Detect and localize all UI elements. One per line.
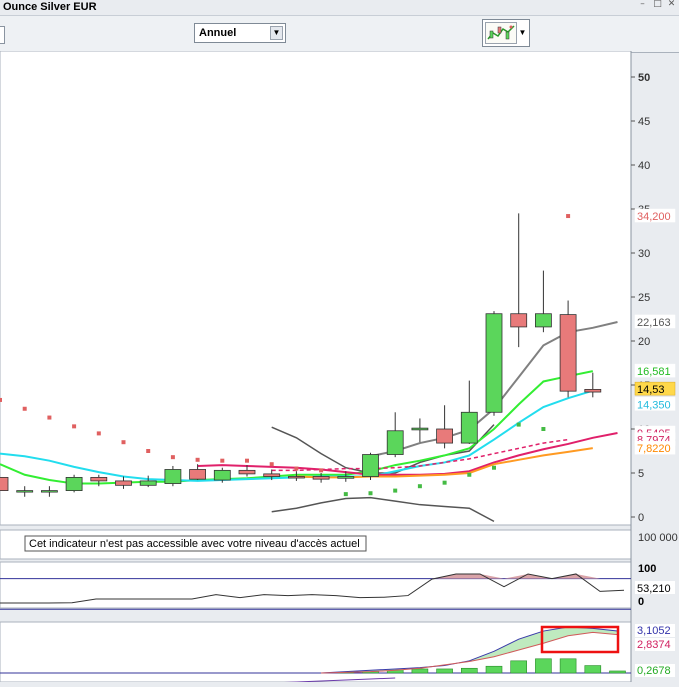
stochastic-tick-label: 0 <box>638 596 644 608</box>
macd-value-label: 0,2678 <box>637 665 671 677</box>
dropdown-arrow-icon[interactable]: ▼ <box>270 26 283 40</box>
macd-histogram-bar <box>559 658 577 674</box>
macd-histogram-bar <box>510 660 528 674</box>
sar-point <box>442 480 447 485</box>
maximize-icon[interactable]: □ <box>653 0 662 9</box>
sar-point <box>343 492 348 497</box>
sar-point <box>417 484 422 489</box>
sar-point <box>541 427 546 431</box>
sar-point <box>319 468 324 473</box>
sar-point <box>121 440 126 445</box>
stochastic-panel <box>0 561 632 609</box>
y-tick-label: 45 <box>638 116 650 128</box>
candle-up <box>213 469 231 481</box>
sar-point <box>269 462 274 467</box>
macd-histogram-bar <box>411 668 429 674</box>
candle-down <box>312 476 330 480</box>
period-select[interactable]: Annuel ▼ <box>194 23 286 43</box>
macd-value-label: 2,8374 <box>637 639 671 651</box>
sar-point <box>170 455 175 460</box>
sar-point <box>393 488 398 493</box>
sar-point <box>467 472 472 477</box>
candle-up <box>535 313 552 328</box>
sar-point <box>220 458 225 463</box>
sar-point <box>0 397 2 402</box>
candle-up <box>411 427 429 431</box>
candle-down <box>436 428 454 444</box>
y-tick-label: 0 <box>638 512 644 524</box>
macd-histogram-bar <box>485 665 503 674</box>
candle-up <box>164 469 182 484</box>
y-tick-label: 5 <box>638 468 644 480</box>
candle-up <box>41 490 58 493</box>
chart-type-select[interactable]: ▼ <box>482 19 530 47</box>
window-title: Ounce Silver EUR <box>3 1 97 13</box>
candle-up <box>65 476 83 491</box>
value-label: 14,350 <box>637 399 671 411</box>
candle-down <box>559 314 577 392</box>
value-label: 34,200 <box>637 211 671 223</box>
value-label: 22,163 <box>637 317 671 329</box>
stochastic-value-label: 53,210 <box>637 583 671 595</box>
y-tick-label: 50 <box>638 72 650 84</box>
title-bar: Ounce Silver EUR – □ ✕ <box>0 0 679 15</box>
sar-point <box>195 457 200 462</box>
candle-down <box>263 473 281 477</box>
volume-message: Cet indicateur n'est pas accessible avec… <box>29 538 360 550</box>
sar-point <box>516 422 521 427</box>
macd-histogram-bar <box>535 658 552 674</box>
volume-tick-label: 100 000 <box>638 532 678 544</box>
value-label: 7,8220 <box>637 443 671 455</box>
chart-area: 0510152025303540455034,20022,16316,58114… <box>0 50 679 685</box>
candle-up <box>362 454 379 477</box>
candle-up <box>485 313 503 413</box>
candle-down <box>90 476 108 482</box>
sar-point <box>22 406 27 411</box>
price-panel <box>0 50 632 526</box>
y-tick-label: 40 <box>638 160 650 172</box>
candle-up <box>460 411 478 444</box>
y-tick-label: 30 <box>638 248 650 260</box>
sar-point <box>96 431 101 436</box>
candle-up <box>386 430 404 455</box>
candle-down <box>0 476 9 491</box>
dropdown-arrow-icon[interactable]: ▼ <box>517 21 528 45</box>
sar-point <box>368 491 373 496</box>
chart-svg[interactable]: 0510152025303540455034,20022,16316,58114… <box>0 50 679 685</box>
candle-down <box>584 388 602 393</box>
candle-down <box>189 469 207 480</box>
candle-down <box>115 480 132 486</box>
candle-down <box>238 469 256 475</box>
macd-histogram-bar <box>584 665 602 674</box>
sar-point <box>294 466 299 471</box>
candle-down <box>510 313 528 328</box>
value-label: 14,53 <box>637 384 665 396</box>
sar-point <box>47 415 52 420</box>
macd-histogram-bar <box>609 670 626 674</box>
y-tick-label: 20 <box>638 336 650 348</box>
candle-down <box>287 476 305 479</box>
candle-up <box>16 490 34 493</box>
sar-point <box>146 449 151 453</box>
sar-point <box>72 424 77 429</box>
period-value: Annuel <box>199 27 237 39</box>
sar-point <box>245 458 249 463</box>
macd-histogram-bar <box>460 667 478 674</box>
macd-histogram-bar <box>436 668 453 674</box>
sar-point <box>566 214 571 219</box>
candle-up <box>139 480 157 486</box>
sar-point <box>492 465 496 470</box>
toolbar: Annuel ▼ ▼ <box>0 15 679 53</box>
candle-up <box>337 476 355 479</box>
toolbar-left-control[interactable] <box>0 26 5 44</box>
minimize-icon[interactable]: – <box>638 0 647 9</box>
stochastic-tick-label: 100 <box>638 563 656 575</box>
macd-value-label: 3,1052 <box>637 625 671 637</box>
close-icon[interactable]: ✕ <box>667 0 676 9</box>
chart-style-icon[interactable] <box>485 22 517 44</box>
value-label: 16,581 <box>637 366 671 378</box>
y-tick-label: 25 <box>638 292 650 304</box>
